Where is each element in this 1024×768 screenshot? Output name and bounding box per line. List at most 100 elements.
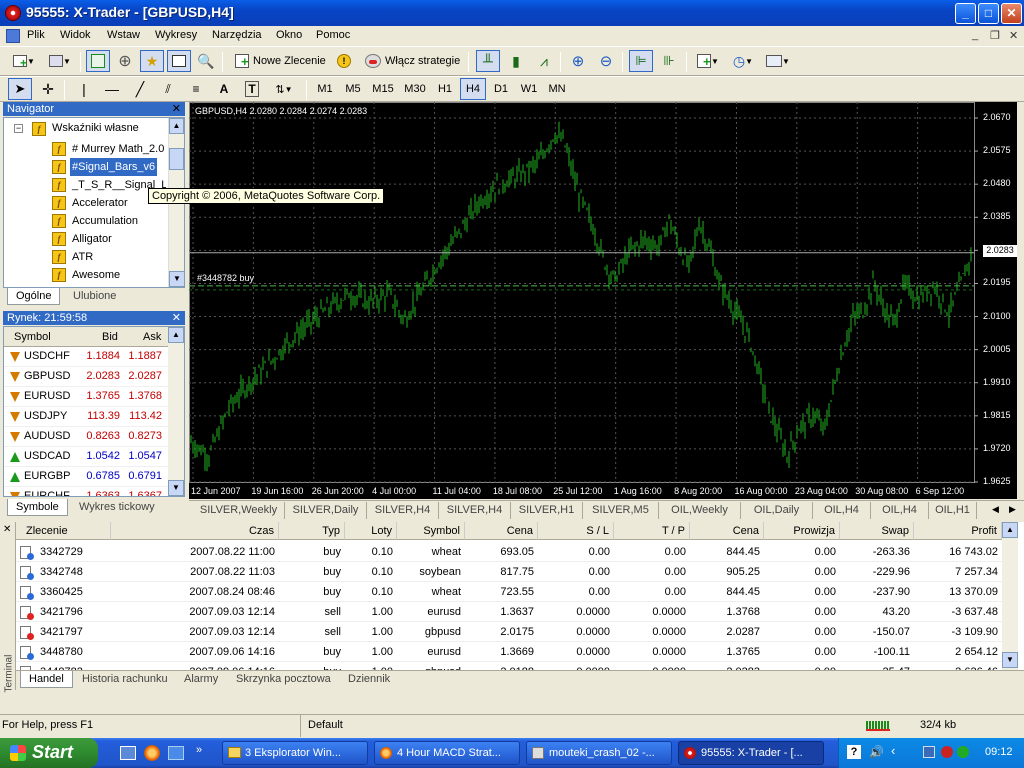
order-row[interactable]: 3421796 2007.09.03 12:14 sell 1.00 eurusd 1.3… xyxy=(16,602,1002,622)
column-header[interactable]: Cena xyxy=(465,522,538,540)
fibonacci-tool[interactable]: ≡ xyxy=(184,78,208,100)
timeframe-m30-button[interactable]: M30 xyxy=(400,78,430,100)
column-header[interactable]: S / L xyxy=(538,522,614,540)
column-header[interactable]: Symbol xyxy=(397,522,465,540)
minimize-button[interactable]: _ xyxy=(955,3,976,24)
terminal-scrollbar[interactable]: ▲ ▼ xyxy=(1002,522,1018,670)
update-icon[interactable] xyxy=(957,746,969,758)
chart-canvas[interactable] xyxy=(189,102,1017,499)
menu-pomoc[interactable]: Pomoc xyxy=(316,29,350,41)
tab-handel[interactable]: Handel xyxy=(20,671,73,688)
order-row[interactable]: 3421797 2007.09.03 12:14 sell 1.00 gbpusd 2.0… xyxy=(16,622,1002,642)
title-bar[interactable]: 95555: X-Trader - [GBPUSD,H4] _ □ ✕ xyxy=(0,0,1024,26)
column-header[interactable]: Profit xyxy=(914,522,1002,540)
col-symbol[interactable]: Symbol xyxy=(14,331,51,343)
scroll-up-icon[interactable]: ▲ xyxy=(168,327,184,343)
navigator-close-icon[interactable]: ✕ xyxy=(172,102,181,116)
market-watch-row[interactable]: AUDUSD 0.8263 0.8273 xyxy=(4,427,184,447)
chart-shift-button[interactable]: ⊪ xyxy=(657,50,681,72)
menu-widok[interactable]: Widok xyxy=(60,29,91,41)
column-header[interactable]: Typ xyxy=(279,522,345,540)
col-ask[interactable]: Ask xyxy=(143,331,161,343)
show-desktop-icon[interactable] xyxy=(120,746,136,760)
autoscroll-button[interactable]: ⊫ xyxy=(629,50,653,72)
chart-tab[interactable]: OIL,Daily xyxy=(741,502,813,519)
candle-chart-button[interactable]: ▮ xyxy=(504,50,528,72)
enable-strategies-button[interactable]: Włącz strategie xyxy=(360,50,464,72)
warning-button[interactable]: ! xyxy=(332,50,356,72)
market-watch-row[interactable]: USDCHF 1.1884 1.1887 xyxy=(4,347,184,367)
timeframe-h4-button[interactable]: H4 xyxy=(460,78,486,100)
horizontal-line-tool[interactable]: — xyxy=(100,78,124,100)
text-tool[interactable]: A xyxy=(212,78,236,100)
navigator-item[interactable]: Awesome xyxy=(70,266,122,284)
order-row[interactable]: 3360425 2007.08.24 08:46 buy 0.10 wheat 723.5… xyxy=(16,582,1002,602)
crosshair-tool[interactable]: ✛ xyxy=(36,78,60,100)
chart-tab[interactable]: SILVER,H4 xyxy=(439,502,511,519)
terminal-close-icon[interactable]: ✕ xyxy=(3,524,11,535)
task-explorer[interactable]: 3 Eksplorator Win... xyxy=(222,741,368,765)
market-watch-row[interactable]: EURUSD 1.3765 1.3768 xyxy=(4,387,184,407)
price-chart[interactable]: GBPUSD,H4 2.0280 2.0284 2.0274 2.0283 #3… xyxy=(189,102,1017,499)
scroll-up-icon[interactable]: ▲ xyxy=(1002,522,1018,538)
menu-okno[interactable]: Okno xyxy=(276,29,302,41)
nav-root[interactable]: Wskaźniki własne xyxy=(52,122,139,134)
timeframe-h1-button[interactable]: H1 xyxy=(432,78,458,100)
tree-collapse-icon[interactable]: − xyxy=(14,124,23,133)
order-row[interactable]: 3342748 2007.08.22 11:03 buy 0.10 soybean 817… xyxy=(16,562,1002,582)
column-header[interactable]: Loty xyxy=(345,522,397,540)
navigator-item[interactable]: Alligator xyxy=(70,230,114,248)
navigator-item[interactable]: # Murrey Math_2.0 xyxy=(70,140,166,158)
market-watch-row[interactable]: USDCAD 1.0542 1.0547 xyxy=(4,447,184,467)
maximize-button[interactable]: □ xyxy=(978,3,999,24)
timeframe-m1-button[interactable]: M1 xyxy=(312,78,338,100)
strategy-tester-toggle[interactable]: 🔍 xyxy=(194,50,218,72)
col-bid[interactable]: Bid xyxy=(102,331,118,343)
cursor-tool[interactable]: ➤ xyxy=(8,78,32,100)
arrows-tool[interactable]: ⇅ ▼ xyxy=(268,78,300,100)
timeframe-m15-button[interactable]: M15 xyxy=(368,78,398,100)
tab-dziennik[interactable]: Dziennik xyxy=(340,671,398,688)
network-icon[interactable] xyxy=(923,746,935,758)
help-icon[interactable]: ? xyxy=(847,745,861,759)
indicators-button[interactable]: + ▼ xyxy=(692,50,724,72)
market-watch-row[interactable]: EURCHF 1.6363 1.6367 xyxy=(4,487,184,496)
chart-tab[interactable]: SILVER,M5 xyxy=(583,502,659,519)
security-icon[interactable] xyxy=(941,746,953,758)
templates-button[interactable]: ▼ xyxy=(762,50,794,72)
mdi-close-button[interactable]: ✕ xyxy=(1009,29,1018,42)
volume-icon[interactable]: 🔊 xyxy=(869,745,884,759)
chart-tab[interactable]: SILVER,Daily xyxy=(285,502,367,519)
menu-wykresy[interactable]: Wykresy xyxy=(155,29,197,41)
document-icon[interactable] xyxy=(6,29,20,43)
firefox-icon[interactable] xyxy=(144,745,160,761)
column-header[interactable]: Zlecenie xyxy=(16,522,111,540)
scroll-down-icon[interactable]: ▼ xyxy=(1002,652,1018,668)
navigator-item[interactable]: #Signal_Bars_v6 xyxy=(70,158,158,176)
timeframe-m5-button[interactable]: M5 xyxy=(340,78,366,100)
chart-tab[interactable]: OIL,H4 xyxy=(813,502,871,519)
navigator-item[interactable]: ATR xyxy=(70,248,95,266)
column-header[interactable]: Swap xyxy=(840,522,914,540)
order-row[interactable]: 3448782 2007.09.06 14:16 buy 1.00 gbpusd 2.01… xyxy=(16,662,1002,670)
data-window-toggle[interactable]: ⊕ xyxy=(113,50,137,72)
chart-tab[interactable]: SILVER,H1 xyxy=(511,502,583,519)
navigator-item[interactable]: Accumulation xyxy=(70,212,140,230)
chart-tab[interactable]: OIL,H4 xyxy=(871,502,929,519)
tab-symbole[interactable]: Symbole xyxy=(7,499,68,516)
task-xtrader[interactable]: 95555: X-Trader - [... xyxy=(678,741,824,765)
chart-tab[interactable]: OIL,H1 xyxy=(929,502,977,519)
menu-narzedzia[interactable]: Narzędzia xyxy=(212,29,262,41)
quicklaunch-expand-icon[interactable]: » xyxy=(196,744,202,756)
scroll-up-icon[interactable]: ▲ xyxy=(169,118,184,134)
navigator-item[interactable]: Accelerator xyxy=(70,194,130,212)
outlook-icon[interactable] xyxy=(168,746,184,760)
zoom-out-button[interactable]: ⊖ xyxy=(594,50,618,72)
scroll-down-icon[interactable]: ▼ xyxy=(169,271,185,287)
column-header[interactable]: Czas xyxy=(111,522,279,540)
profiles-button[interactable]: ▼ xyxy=(44,50,76,72)
tab-historia[interactable]: Historia rachunku xyxy=(74,671,176,688)
terminal-toggle[interactable] xyxy=(167,50,191,72)
tab-skrzynka[interactable]: Skrzynka pocztowa xyxy=(228,671,339,688)
task-paint[interactable]: mouteki_crash_02 -... xyxy=(526,741,672,765)
